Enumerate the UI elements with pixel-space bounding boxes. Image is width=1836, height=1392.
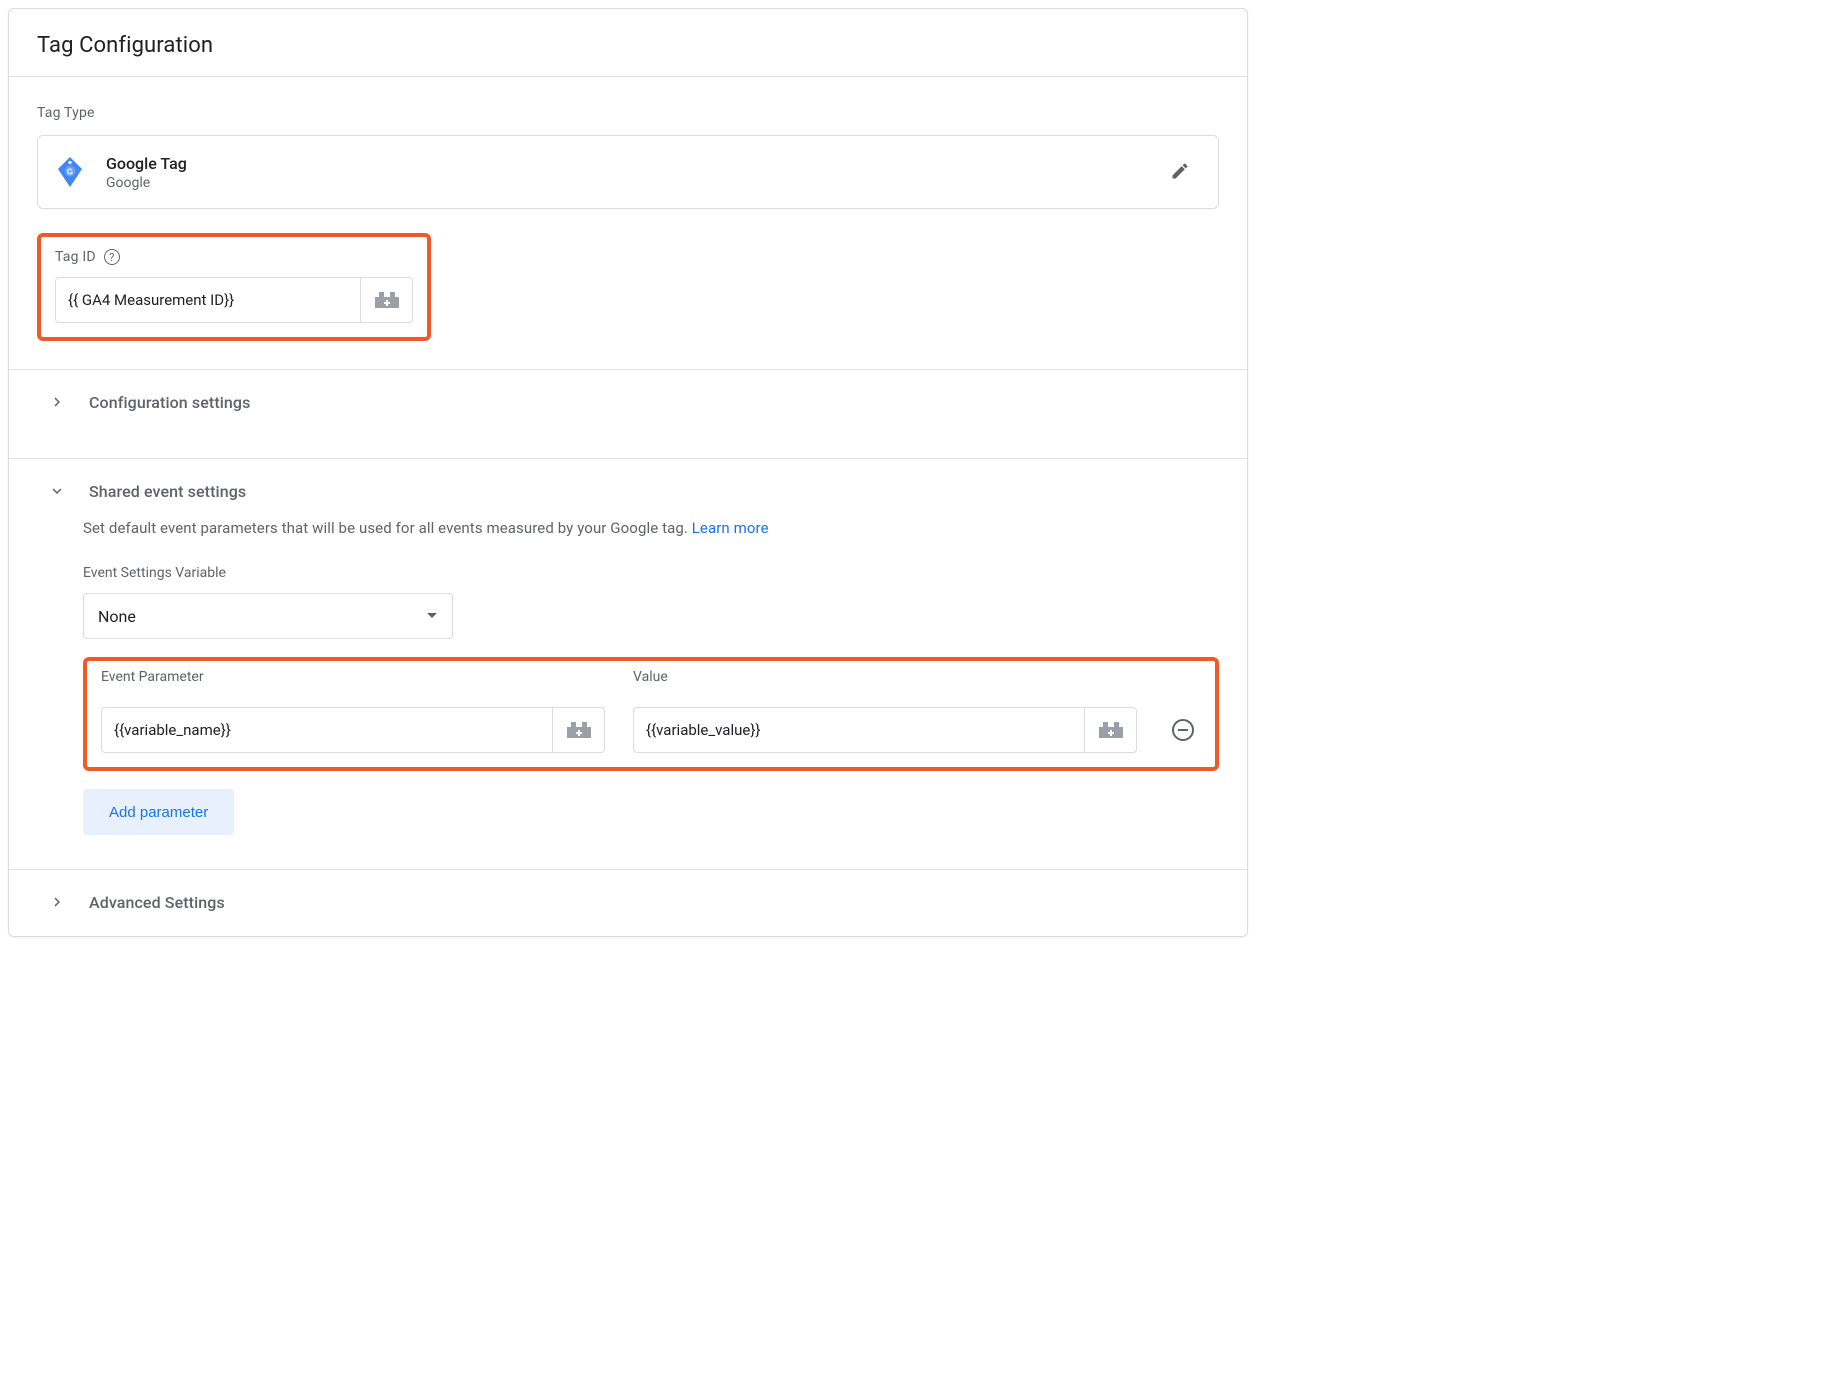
chevron-right-icon (47, 892, 67, 912)
event-parameter-label: Event Parameter (101, 669, 605, 685)
remove-icon (1172, 719, 1194, 741)
add-parameter-button[interactable]: Add parameter (83, 789, 234, 835)
remove-parameter-button[interactable] (1165, 707, 1201, 753)
svg-text:G: G (67, 168, 73, 177)
pencil-icon (1170, 161, 1190, 184)
tag-id-label: Tag ID (55, 249, 96, 265)
tag-type-row[interactable]: G Google Tag Google (37, 135, 1219, 209)
card-header: Tag Configuration (9, 9, 1247, 77)
tag-type-label: Tag Type (37, 105, 1219, 121)
advanced-settings-toggle[interactable]: Advanced Settings (37, 870, 1219, 926)
value-input[interactable] (633, 707, 1085, 753)
configuration-settings-toggle[interactable]: Configuration settings (37, 370, 1219, 430)
tag-id-input[interactable] (55, 277, 361, 323)
page-title: Tag Configuration (37, 33, 1219, 58)
chevron-right-icon (47, 392, 67, 412)
tag-id-section: Tag ID ? (37, 233, 431, 341)
tag-id-variable-picker-button[interactable] (361, 277, 413, 323)
value-label: Value (633, 669, 1137, 685)
shared-event-description: Set default event parameters that will b… (83, 519, 1219, 537)
shared-event-desc-text: Set default event parameters that will b… (83, 519, 692, 537)
advanced-settings-title: Advanced Settings (89, 893, 225, 912)
tag-type-title: Google Tag (106, 154, 1138, 173)
brick-plus-icon (1099, 722, 1123, 738)
shared-event-settings-title: Shared event settings (89, 482, 246, 501)
tag-type-vendor: Google (106, 175, 1138, 191)
event-parameter-input[interactable] (101, 707, 553, 753)
brick-plus-icon (375, 292, 399, 308)
brick-plus-icon (567, 722, 591, 738)
caret-down-icon (426, 612, 438, 620)
learn-more-link[interactable]: Learn more (692, 519, 769, 537)
help-icon[interactable]: ? (104, 249, 120, 265)
event-parameter-variable-picker-button[interactable] (553, 707, 605, 753)
configuration-settings-title: Configuration settings (89, 393, 250, 412)
event-settings-variable-select[interactable]: None (83, 593, 453, 639)
value-variable-picker-button[interactable] (1085, 707, 1137, 753)
google-tag-icon: G (56, 156, 84, 188)
event-settings-variable-label: Event Settings Variable (83, 565, 1219, 581)
event-parameter-row: Event Parameter Value (83, 657, 1219, 771)
shared-event-settings-toggle[interactable]: Shared event settings (37, 459, 1219, 519)
edit-tag-type-button[interactable] (1160, 152, 1200, 192)
chevron-down-icon (47, 481, 67, 501)
event-settings-variable-value: None (98, 607, 136, 626)
